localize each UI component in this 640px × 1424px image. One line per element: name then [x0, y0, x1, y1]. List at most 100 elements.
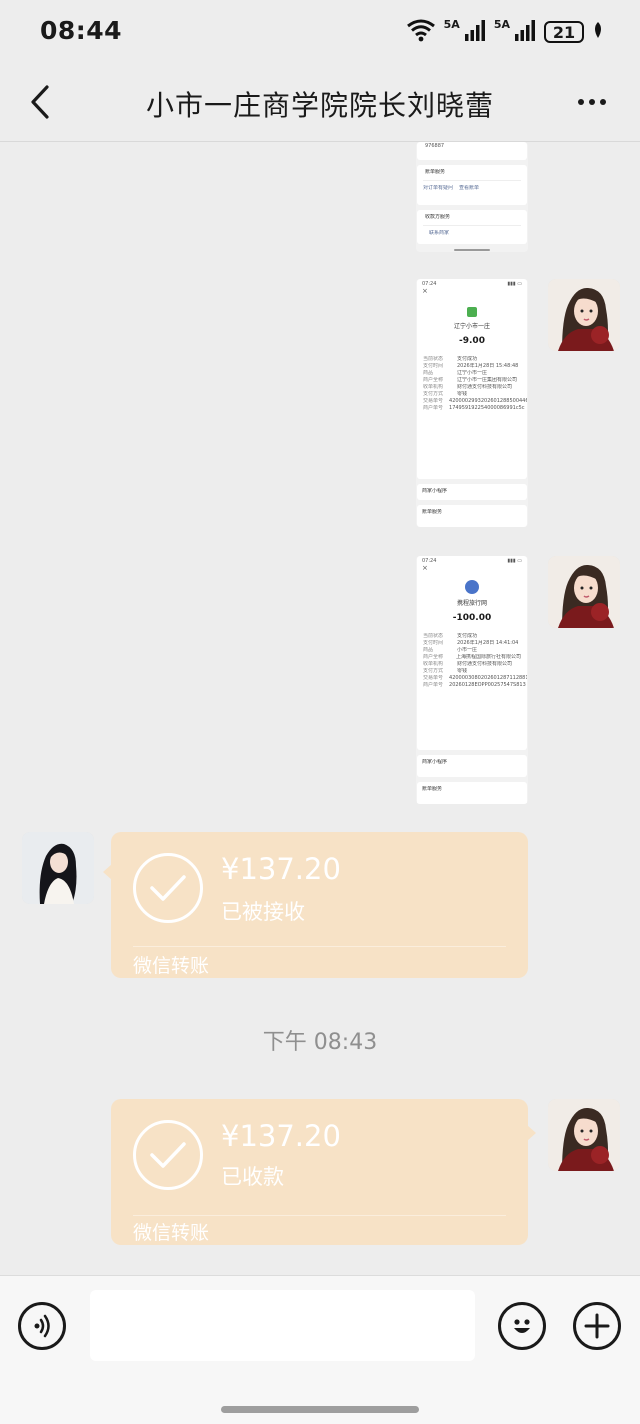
receipt-section-label: 账单服务: [422, 509, 443, 515]
receipt-detail-row: 商户全称 辽宁小市一庄集团有限公司: [417, 377, 527, 384]
receipt-detail-key: 交易单号: [423, 675, 444, 681]
receipt-button: 查看账单: [459, 185, 480, 191]
receipt-detail-key: 支付时间: [423, 363, 444, 369]
bubble-tail: [103, 864, 112, 880]
receipt-detail-key: 当前状态: [423, 633, 444, 639]
receipt-merchant: 携程旅行网: [456, 600, 487, 607]
receipt-detail-key: 商户全称: [423, 377, 444, 383]
battery-level: 21: [552, 22, 576, 42]
receipt-text: 976887: [425, 143, 445, 149]
receipt-status-icons: ▮▮▮ ▭: [507, 281, 522, 287]
receipt-amount: -9.00: [459, 336, 485, 346]
receipt-detail-key: 商户单号: [423, 405, 444, 411]
chat-title: 小市一庄商学院院长刘晓蕾: [145, 89, 494, 122]
chevron-left-icon: [31, 85, 49, 119]
back-button[interactable]: [20, 82, 60, 122]
receipt-status-time: 07:24: [422, 558, 437, 564]
receipt-section-label: 商家小程序: [422, 488, 448, 494]
image-message[interactable]: 07:24 ▮▮▮ ▭ × 辽宁小市一庄 -9.00 当前状态 支付成功支付时间 2…: [416, 279, 528, 527]
receipt-detail-key: 收单机构: [423, 384, 444, 390]
receipt-detail-row: 收单机构 财付通支付科技有限公司: [417, 384, 527, 391]
merchant-logo-icon: [465, 580, 479, 594]
receipt-detail-value: 2026年1月28日 15:48:48: [457, 363, 519, 369]
chat-header: 小市一庄商学院院长刘晓蕾: [0, 64, 640, 142]
receipt-detail-value: 零钱: [457, 668, 468, 674]
receipt-details: 当前状态 支付成功 支付时间 2026年1月28日 15:48:48 商品 辽宁小市一庄商…: [417, 356, 527, 412]
voice-button[interactable]: [18, 1302, 66, 1350]
receipt-button: 联系商家: [429, 230, 450, 236]
close-icon: ×: [422, 565, 428, 572]
check-circle-icon: [133, 1120, 203, 1190]
receipt-detail-row: 商户单号 20260128EOPP00257547S813: [417, 682, 527, 689]
add-button[interactable]: [573, 1302, 621, 1350]
receipt-detail-key: 支付时间: [423, 640, 444, 646]
voice-icon: [34, 1314, 50, 1338]
receipt-detail-row: 当前状态 支付成功: [417, 633, 527, 640]
leaf-icon: [592, 21, 604, 43]
more-dot: [600, 99, 606, 105]
message-input[interactable]: [90, 1290, 475, 1361]
receipt-detail-row: 商户全称 上海携程国际旅行社有限公司: [417, 654, 527, 661]
receipt-detail-value: 支付成功: [457, 356, 478, 362]
receipt-detail-row: 支付方式 零钱: [417, 391, 527, 398]
wifi-icon: [406, 18, 436, 46]
plus-icon: [584, 1313, 610, 1339]
transfer-collected-bubble[interactable]: ¥137.20 已收款 微信转账: [111, 1099, 536, 1245]
receipt-detail-value: 财付通支付科技有限公司: [457, 384, 513, 390]
home-indicator: [221, 1406, 419, 1413]
transfer-footer-label: 微信转账: [133, 955, 210, 977]
status-bar: 08:44 5A 5A 21: [0, 0, 640, 64]
receipt-section-label: 商家小程序: [422, 759, 448, 765]
receipt-detail-value: 20260128EOPP00257547S813: [449, 682, 526, 688]
receipt-detail-row: 交易单号 4200002993202601288500446556: [417, 398, 527, 405]
transfer-amount: ¥137.20: [221, 852, 341, 886]
emoji-button[interactable]: [498, 1302, 546, 1350]
avatar-self[interactable]: [548, 556, 620, 628]
receipt-section-label: 账单服务: [425, 169, 446, 175]
more-dot: [589, 99, 595, 105]
mini-home-bar: [454, 249, 490, 251]
receipt-amount: -100.00: [452, 613, 492, 623]
image-message[interactable]: 07:24 ▮▮▮ ▭ × 携程旅行网 -100.00 当前状态 支付成功 支付时间…: [416, 556, 528, 804]
receipt-detail-value: 2026年1月28日 14:41:04: [457, 640, 519, 646]
receipt-detail-row: 支付方式 零钱: [417, 668, 527, 675]
transfer-received-bubble[interactable]: ¥137.20 已被接收 微信转账: [103, 832, 528, 978]
receipt-status-time: 07:24: [422, 281, 437, 287]
status-icons: 5A 5A 21: [406, 18, 604, 46]
receipt-detail-value: 支付成功: [457, 633, 478, 639]
receipt-detail-row: 支付时间 2026年1月28日 15:48:48: [417, 363, 527, 370]
divider: [133, 946, 506, 947]
smiley-icon: [514, 1319, 530, 1333]
avatar-contact[interactable]: [22, 832, 94, 904]
receipt-status-icons: ▮▮▮ ▭: [507, 558, 522, 564]
avatar-self[interactable]: [548, 279, 620, 351]
receipt-detail-key: 当前状态: [423, 356, 444, 362]
chat-input-bar: [0, 1275, 640, 1424]
receipt-detail-value: 小市一庄: [457, 647, 478, 653]
merchant-logo-icon: [467, 307, 477, 317]
receipt-detail-key: 交易单号: [423, 398, 444, 404]
status-time: 08:44: [40, 16, 123, 45]
receipt-button: 对订单有疑问: [423, 185, 454, 191]
receipt-merchant: 辽宁小市一庄: [453, 323, 490, 330]
transfer-status: 已被接收: [221, 900, 305, 924]
receipt-detail-key: 商户单号: [423, 682, 444, 688]
receipt-detail-key: 支付方式: [423, 668, 444, 674]
more-button[interactable]: [572, 86, 612, 118]
receipt-detail-row: 支付时间 2026年1月28日 14:41:04: [417, 640, 527, 647]
more-dot: [578, 99, 584, 105]
receipt-detail-value: 上海携程国际旅行社有限公司: [455, 654, 521, 660]
receipt-detail-row: 商户单号 174959192254000086991c5c: [417, 405, 527, 412]
signal-icon: [514, 18, 536, 46]
receipt-detail-value: 174959192254000086991c5c: [449, 405, 525, 411]
receipt-detail-row: 收单机构 财付通支付科技有限公司: [417, 661, 527, 668]
avatar-self[interactable]: [548, 1099, 620, 1171]
receipt-section-label: 收款方服务: [425, 214, 451, 220]
image-message[interactable]: 976887 账单服务 对订单有疑问 查看账单 收款方服务 联系商家: [416, 142, 528, 252]
transfer-amount: ¥137.20: [221, 1119, 341, 1153]
divider: [133, 1215, 506, 1216]
close-icon: ×: [422, 288, 428, 295]
receipt-detail-value: 财付通支付科技有限公司: [457, 661, 513, 667]
receipt-detail-key: 商品: [423, 370, 434, 376]
receipt-details: 当前状态 支付成功 支付时间 2026年1月28日 14:41:04 商品 小市一庄 商户全…: [417, 633, 527, 689]
